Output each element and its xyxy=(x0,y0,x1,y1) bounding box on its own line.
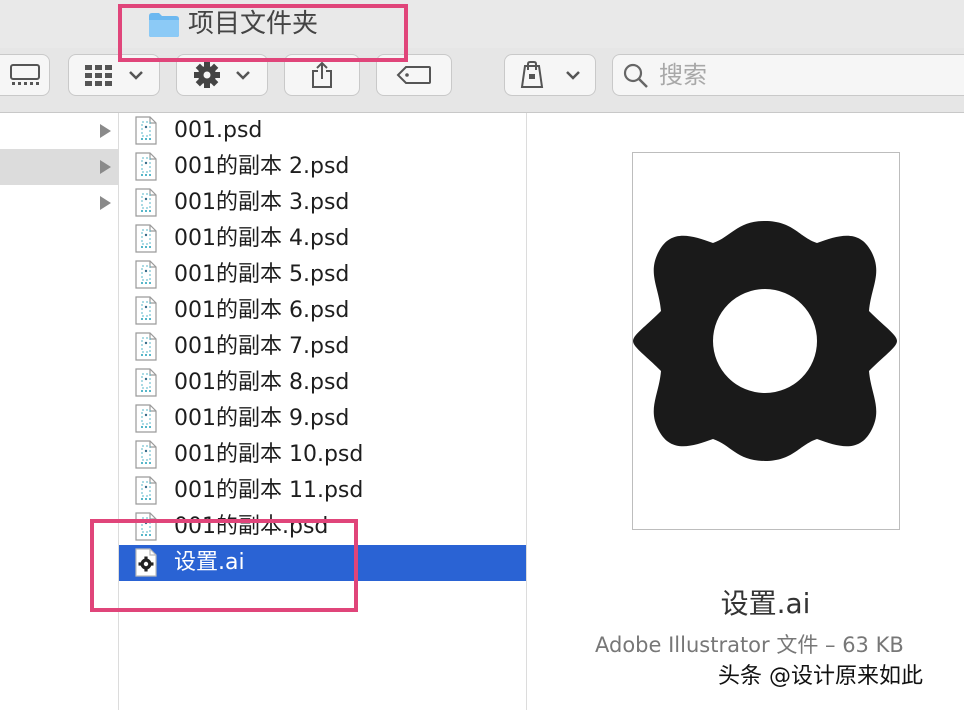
watermark: 头条 @设计原来如此 xyxy=(718,664,923,689)
file-row[interactable]: 001的副本 4.psd xyxy=(119,221,526,257)
disclosure-triangle-icon xyxy=(100,124,111,138)
file-name: 001的副本 4.psd xyxy=(174,226,350,251)
file-row[interactable]: 001的副本 2.psd xyxy=(119,149,526,185)
psd-file-icon xyxy=(135,152,157,181)
chevron-down-icon xyxy=(129,71,143,80)
chevron-down-icon xyxy=(236,71,250,80)
psd-file-icon xyxy=(135,404,157,433)
file-row[interactable]: 001的副本 11.psd xyxy=(119,473,526,509)
search-field[interactable]: 搜索 xyxy=(612,54,964,96)
psd-file-icon xyxy=(135,368,157,397)
file-list-column: 001.psd 001的副本 2.psd 001的副本 3.psd 001的副本 4.… xyxy=(119,113,527,710)
bag-icon xyxy=(520,61,544,88)
file-row[interactable]: 001的副本 7.psd xyxy=(119,329,526,365)
disclosure-triangle-icon xyxy=(100,160,111,174)
column-view-button[interactable] xyxy=(0,54,50,96)
file-name: 001的副本 3.psd xyxy=(174,190,350,215)
search-icon xyxy=(623,63,648,88)
file-thumbnail[interactable] xyxy=(632,152,900,530)
gear-icon xyxy=(194,62,220,88)
column-view-icon xyxy=(10,64,40,85)
psd-file-icon xyxy=(135,332,157,361)
preview-pane: 设置.ai Adobe Illustrator 文件 – 63 KB xyxy=(527,113,964,710)
search-placeholder: 搜索 xyxy=(659,61,707,89)
file-name: 001.psd xyxy=(174,118,263,143)
parent-row[interactable] xyxy=(0,185,118,221)
file-name: 001的副本 6.psd xyxy=(174,298,350,323)
psd-file-icon xyxy=(135,440,157,469)
psd-file-icon xyxy=(135,224,157,253)
file-name: 001的副本 5.psd xyxy=(174,262,350,287)
file-row[interactable]: 001.psd xyxy=(119,113,526,149)
file-highlight-box xyxy=(90,519,358,612)
gear-icon xyxy=(633,221,897,461)
psd-file-icon xyxy=(135,476,157,505)
preview-file-name: 设置.ai xyxy=(720,587,811,620)
title-highlight-box xyxy=(118,4,408,62)
file-row[interactable]: 001的副本 10.psd xyxy=(119,437,526,473)
chevron-down-icon xyxy=(566,71,580,80)
file-name: 001的副本 10.psd xyxy=(174,442,364,467)
file-row[interactable]: 001的副本 9.psd xyxy=(119,401,526,437)
psd-file-icon xyxy=(135,116,157,145)
file-name: 001的副本 7.psd xyxy=(174,334,350,359)
file-row[interactable]: 001的副本 5.psd xyxy=(119,257,526,293)
file-row[interactable]: 001的副本 8.psd xyxy=(119,365,526,401)
disclosure-triangle-icon xyxy=(100,196,111,210)
parent-column xyxy=(0,113,119,710)
psd-file-icon xyxy=(135,260,157,289)
gallery-view-icon xyxy=(85,65,112,86)
file-row[interactable]: 001的副本 3.psd xyxy=(119,185,526,221)
share-icon xyxy=(312,61,332,88)
psd-file-icon xyxy=(135,188,157,217)
psd-file-icon xyxy=(135,296,157,325)
parent-row-selected[interactable] xyxy=(0,149,118,185)
preview-file-info: Adobe Illustrator 文件 – 63 KB xyxy=(595,633,904,657)
file-name: 001的副本 9.psd xyxy=(174,406,350,431)
bag-button[interactable] xyxy=(504,54,596,96)
tag-icon xyxy=(396,66,431,84)
parent-row[interactable] xyxy=(0,113,118,149)
file-name: 001的副本 2.psd xyxy=(174,154,350,179)
file-name: 001的副本 8.psd xyxy=(174,370,350,395)
file-name: 001的副本 11.psd xyxy=(174,478,364,503)
file-row[interactable]: 001的副本 6.psd xyxy=(119,293,526,329)
